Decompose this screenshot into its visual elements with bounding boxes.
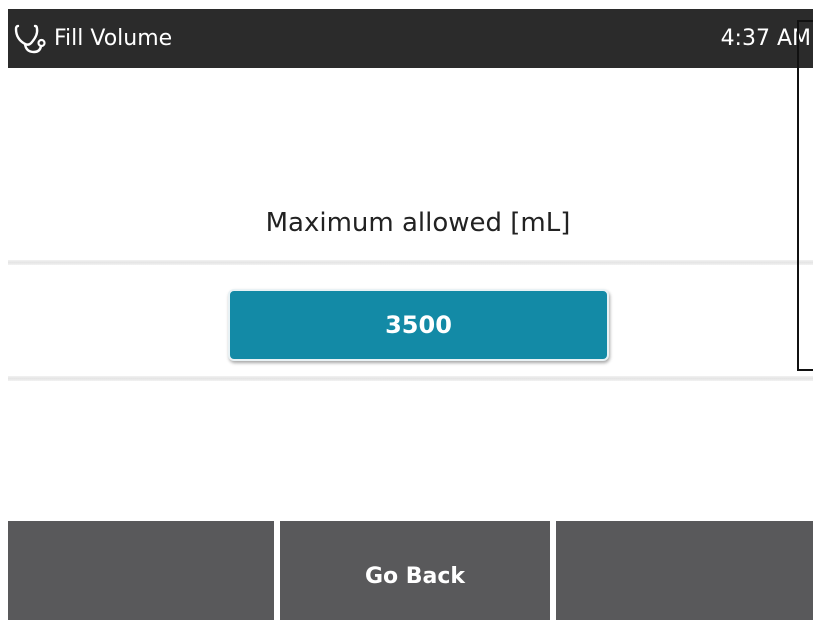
- divider-top: [8, 260, 813, 265]
- top-margin: [0, 0, 813, 9]
- softkey-bar: Go Back: [8, 521, 813, 620]
- setting-label: Maximum allowed [mL]: [265, 208, 571, 238]
- stethoscope-icon: [12, 21, 48, 57]
- header-bar: Fill Volume 4:37 AM: [8, 9, 813, 68]
- main-content: Maximum allowed [mL] 3500: [8, 68, 813, 521]
- fill-volume-value-button[interactable]: 3500: [228, 289, 609, 361]
- page-title: Fill Volume: [54, 26, 173, 51]
- softkey-right[interactable]: [556, 521, 813, 620]
- divider-bottom: [8, 376, 813, 381]
- go-back-button[interactable]: Go Back: [280, 521, 550, 620]
- scroll-frame: [797, 20, 813, 371]
- screen: Fill Volume 4:37 AM Maximum allowed [mL]…: [0, 0, 813, 620]
- softkey-left[interactable]: [8, 521, 274, 620]
